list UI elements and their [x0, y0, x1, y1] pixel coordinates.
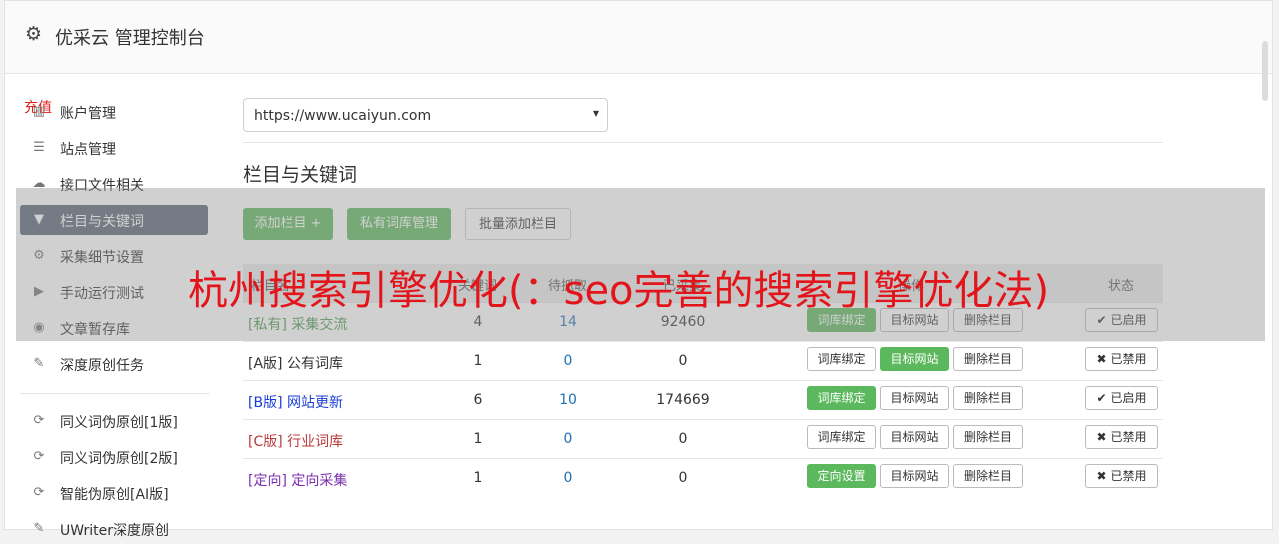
section-title: 栏目与关键词 [243, 164, 358, 186]
sidebar-item-1[interactable]: ☰ 站点管理 [20, 133, 208, 163]
table-row: [C版] 行业词库 1 0 0 词库绑定 目标网站 删除栏目 ✖ 已禁用 [243, 419, 1163, 459]
sidebar-item-0[interactable]: ▥ 账户管理 充值 [20, 97, 208, 127]
column-name[interactable]: [A版] 公有词库 [248, 353, 343, 373]
collected-count: 0 [678, 431, 688, 447]
sidebar-item-10[interactable]: ⟳ 智能伪原创[AI版] [20, 478, 208, 508]
sidebar-item-label: 深度原创任务 [60, 358, 144, 374]
status-toggle[interactable]: ✔ 已启用 [1085, 386, 1158, 410]
target-site-button[interactable]: 目标网站 [880, 347, 949, 371]
delete-column-button[interactable]: 删除栏目 [953, 425, 1023, 449]
delete-column-button[interactable]: 删除栏目 [953, 386, 1023, 410]
cross-icon: ✖ [1096, 352, 1107, 366]
column-title: 行业词库 [287, 434, 344, 450]
keyword-count: 1 [473, 470, 483, 486]
refresh-icon: ⟳ [33, 413, 45, 428]
sidebar-item-9[interactable]: ⟳ 同义词伪原创[2版] [20, 442, 208, 472]
sidebar-item-label: 同义词伪原创[1版] [60, 415, 178, 431]
column-title: 定向采集 [291, 473, 348, 489]
status-label: 已禁用 [1110, 352, 1147, 366]
pending-count[interactable]: 0 [548, 470, 588, 486]
keyword-count: 6 [473, 392, 483, 408]
article-title-banner: 杭州搜索引擎优化(：seo完善的搜索引擎优化法) [188, 268, 1050, 314]
pending-count[interactable]: 0 [548, 431, 588, 447]
column-tag: [A版] [248, 356, 283, 372]
status-toggle[interactable]: ✖ 已禁用 [1085, 347, 1158, 371]
bind-lib-button[interactable]: 词库绑定 [807, 386, 876, 410]
status-label: 已禁用 [1110, 469, 1147, 483]
collected-count: 0 [678, 470, 688, 486]
edit-icon: ✎ [33, 356, 45, 371]
sidebar-item-label: 站点管理 [60, 142, 116, 158]
sidebar-item-8[interactable]: ⟳ 同义词伪原创[1版] [20, 406, 208, 436]
collected-count: 0 [678, 353, 688, 369]
bind-lib-button[interactable]: 词库绑定 [807, 425, 876, 449]
server-icon: ☰ [33, 140, 45, 155]
table-row: [A版] 公有词库 1 0 0 词库绑定 目标网站 删除栏目 ✖ 已禁用 [243, 341, 1163, 381]
table-row: [B版] 网站更新 6 10 174669 词库绑定 目标网站 删除栏目 ✔ 已启用 [243, 380, 1163, 420]
scrollbar[interactable] [1262, 41, 1268, 101]
column-tag: [C版] [248, 434, 283, 450]
pending-count[interactable]: 10 [548, 392, 588, 408]
column-title: 网站更新 [286, 395, 343, 411]
refresh-icon: ⟳ [33, 449, 45, 464]
sidebar-item-label: UWriter深度原创 [60, 523, 169, 539]
sidebar-item-11[interactable]: ✎ UWriter深度原创 [20, 514, 208, 544]
site-select[interactable]: https://www.ucaiyun.com ▾ [243, 98, 608, 132]
column-name[interactable]: [定向] 定向采集 [248, 470, 347, 490]
column-tag: [B版] [248, 395, 283, 411]
bar-chart-icon: ▥ [32, 104, 46, 119]
bind-lib-button[interactable]: 词库绑定 [807, 347, 876, 371]
sidebar-item-label: 同义词伪原创[2版] [60, 451, 178, 467]
column-name[interactable]: [B版] 网站更新 [248, 392, 343, 412]
page-title: 优采云 管理控制台 [55, 28, 205, 49]
sidebar-item-label: 账户管理 [60, 106, 116, 122]
divider [243, 142, 1163, 143]
sidebar-divider [20, 393, 210, 394]
collected-count: 174669 [656, 392, 710, 408]
status-toggle[interactable]: ✖ 已禁用 [1085, 425, 1158, 449]
column-title: 公有词库 [286, 356, 343, 372]
edit-icon: ✎ [33, 521, 45, 536]
status-label: 已禁用 [1110, 430, 1147, 444]
target-site-button[interactable]: 目标网站 [880, 425, 949, 449]
sidebar-item-label: 智能伪原创[AI版] [60, 487, 169, 503]
column-name[interactable]: [C版] 行业词库 [248, 431, 343, 451]
header-bar: ⚙ 优采云 管理控制台 [5, 1, 1272, 74]
refresh-icon: ⟳ [33, 485, 45, 500]
site-select-value: https://www.ucaiyun.com [254, 108, 432, 124]
pending-count[interactable]: 0 [548, 353, 588, 369]
keyword-count: 1 [473, 431, 483, 447]
target-site-button[interactable]: 目标网站 [880, 464, 949, 488]
target-site-button[interactable]: 目标网站 [880, 386, 949, 410]
delete-column-button[interactable]: 删除栏目 [953, 347, 1023, 371]
cross-icon: ✖ [1096, 469, 1107, 483]
chevron-down-icon: ▾ [592, 106, 599, 120]
status-toggle[interactable]: ✖ 已禁用 [1085, 464, 1158, 488]
cross-icon: ✖ [1096, 430, 1107, 444]
delete-column-button[interactable]: 删除栏目 [953, 464, 1023, 488]
column-tag: [定向] [248, 473, 287, 489]
bind-lib-button[interactable]: 定向设置 [807, 464, 876, 488]
keyword-count: 1 [473, 353, 483, 369]
status-label: 已启用 [1110, 391, 1147, 405]
check-icon: ✔ [1096, 391, 1107, 405]
table-row: [定向] 定向采集 1 0 0 定向设置 目标网站 删除栏目 ✖ 已禁用 [243, 458, 1163, 498]
gear-icon: ⚙ [25, 23, 43, 45]
sidebar-item-7[interactable]: ✎ 深度原创任务 [20, 349, 208, 379]
